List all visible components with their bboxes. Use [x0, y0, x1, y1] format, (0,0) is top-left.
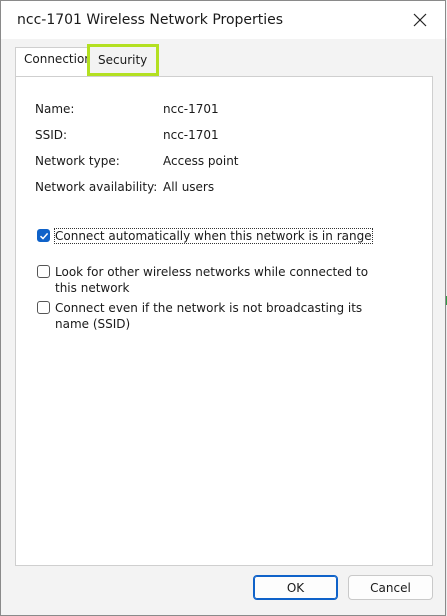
auto-connect-checkbox[interactable]: [37, 229, 50, 242]
title-bar: ncc-1701 Wireless Network Properties: [1, 1, 445, 39]
window-title: ncc-1701 Wireless Network Properties: [17, 12, 284, 28]
connect-hidden-checkbox[interactable]: [37, 301, 50, 314]
tab-security-label: Security: [98, 53, 148, 67]
name-value: ncc-1701: [163, 102, 219, 116]
tab-security[interactable]: Security: [87, 44, 159, 76]
cancel-button[interactable]: Cancel: [348, 575, 433, 600]
checkmark-icon: [39, 232, 48, 240]
connect-hidden-label: Connect even if the network is not broad…: [55, 301, 363, 331]
ok-button-label: OK: [286, 580, 305, 595]
network-type-label: Network type:: [35, 154, 120, 168]
availability-label: Network availability:: [35, 180, 158, 194]
connect-hidden-option[interactable]: Connect even if the network is not broad…: [37, 300, 385, 332]
connection-panel: Name: ncc-1701 SSID: ncc-1701 Network ty…: [15, 76, 433, 566]
auto-connect-option[interactable]: Connect automatically when this network …: [37, 228, 373, 244]
tab-connection-label: Connection: [24, 52, 92, 66]
tab-connection[interactable]: Connection: [15, 47, 92, 77]
properties-dialog: ncc-1701 Wireless Network Properties Con…: [0, 0, 446, 616]
cancel-button-label: Cancel: [370, 580, 411, 595]
ssid-label: SSID:: [35, 128, 68, 142]
look-other-networks-label: Look for other wireless networks while c…: [55, 265, 369, 295]
availability-value: All users: [163, 180, 215, 194]
ok-button[interactable]: OK: [253, 575, 338, 600]
ssid-value: ncc-1701: [163, 128, 219, 142]
name-label: Name:: [35, 102, 75, 116]
auto-connect-label: Connect automatically when this network …: [54, 228, 373, 244]
close-button[interactable]: [403, 5, 437, 35]
close-icon: [413, 13, 427, 27]
network-type-value: Access point: [163, 154, 239, 168]
look-other-networks-option[interactable]: Look for other wireless networks while c…: [37, 264, 385, 296]
look-other-networks-checkbox[interactable]: [37, 265, 50, 278]
